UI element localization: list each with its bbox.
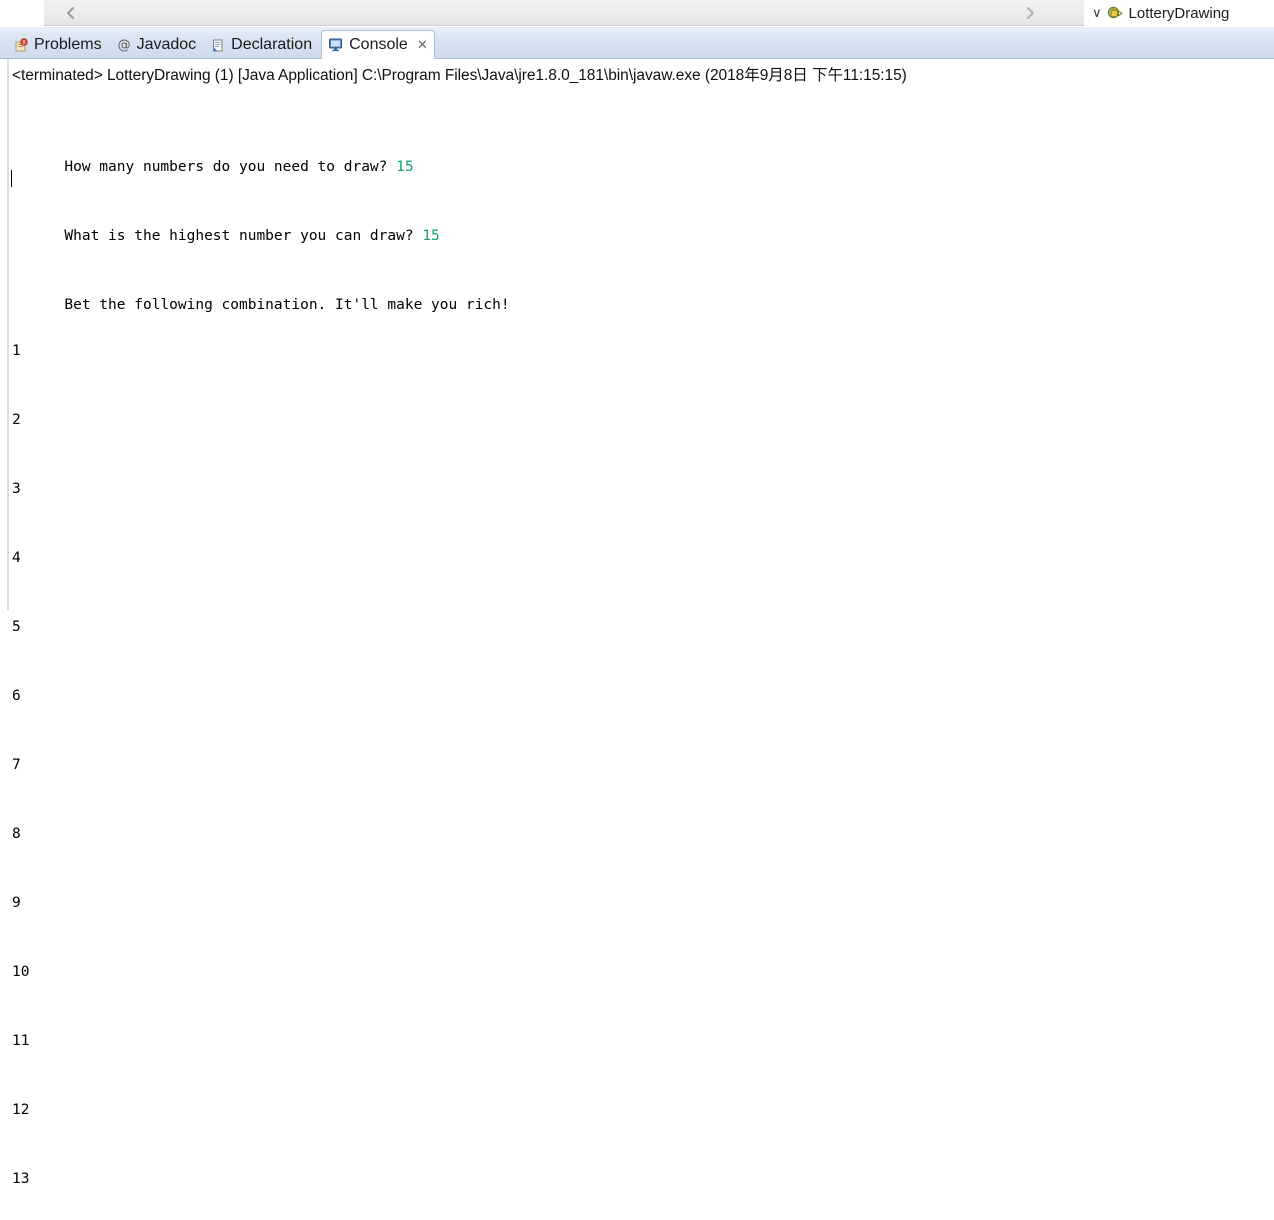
console-line: 12 [12, 1099, 510, 1122]
view-tab-bar: Problems @ Javadoc Declaration Console ✕ [0, 27, 1274, 80]
console-line: 13 [12, 1168, 510, 1191]
console-number: 4 [12, 550, 21, 566]
launch-configuration-name: LotteryDrawing [1128, 4, 1230, 22]
console-prompt-text: What is the highest number you can draw? [64, 228, 423, 244]
console-user-input: 15 [422, 228, 440, 244]
console-panel[interactable]: <terminated> LotteryDrawing (1) [Java Ap… [0, 59, 1274, 1187]
text-caret [11, 170, 12, 187]
console-process-header: <terminated> LotteryDrawing (1) [Java Ap… [12, 67, 907, 84]
chevron-right-icon[interactable] [1014, 0, 1046, 26]
console-line: 10 [12, 961, 510, 984]
console-output: How many numbers do you need to draw? 15… [12, 87, 510, 1220]
console-number: 7 [12, 757, 21, 773]
console-left-rail [7, 59, 9, 610]
tab-label: Javadoc [136, 36, 197, 53]
console-line: How many numbers do you need to draw? 15 [12, 133, 510, 175]
console-number: 12 [12, 1102, 30, 1118]
console-line: 9 [12, 892, 510, 915]
console-prompt-text: How many numbers do you need to draw? [64, 159, 397, 175]
console-icon [328, 38, 344, 52]
console-number: 11 [12, 1033, 30, 1049]
declaration-icon [211, 38, 226, 53]
console-message-text: Bet the following combination. It'll mak… [64, 297, 510, 313]
console-line: 11 [12, 1030, 510, 1053]
console-line: 4 [12, 547, 510, 570]
console-number: 6 [12, 688, 21, 704]
debug-run-secure-icon [1107, 5, 1124, 22]
console-number: 3 [12, 481, 21, 497]
console-line: 7 [12, 754, 510, 777]
console-line: Bet the following combination. It'll mak… [12, 271, 509, 313]
chevron-down-icon[interactable]: ∨ [1092, 7, 1102, 20]
console-line: 5 [12, 616, 510, 639]
console-line: 3 [12, 478, 510, 501]
view-scroll-bar: ∨ LotteryDrawing [0, 0, 1274, 27]
tab-label: Declaration [231, 36, 313, 53]
console-line: 2 [12, 409, 510, 432]
console-number: 8 [12, 826, 21, 842]
tab-label: Console [349, 36, 408, 53]
problems-icon [14, 37, 29, 53]
launch-configuration-view[interactable]: ∨ LotteryDrawing [1084, 0, 1274, 27]
console-number: 5 [12, 619, 21, 635]
javadoc-at-icon: @ [117, 37, 131, 53]
console-user-input: 15 [396, 159, 414, 175]
console-line: What is the highest number you can draw?… [12, 202, 510, 244]
tab-label: Problems [34, 36, 102, 53]
console-number: 10 [12, 964, 30, 980]
topbar-left-pad [0, 0, 44, 27]
console-number: 2 [12, 412, 21, 428]
console-line: 6 [12, 685, 510, 708]
console-number: 9 [12, 895, 21, 911]
console-line: 8 [12, 823, 510, 846]
topbar-trough [44, 0, 1084, 26]
tab-list: Problems @ Javadoc Declaration Console ✕ [8, 27, 435, 60]
tab-javadoc[interactable]: @ Javadoc [111, 31, 206, 59]
chevron-left-icon[interactable] [54, 0, 86, 26]
tab-declaration[interactable]: Declaration [205, 31, 321, 59]
console-number: 1 [12, 343, 21, 359]
console-number: 13 [12, 1171, 30, 1187]
tab-console[interactable]: Console ✕ [321, 30, 435, 60]
console-line: 1 [12, 340, 510, 363]
tab-problems[interactable]: Problems [8, 31, 111, 59]
close-icon[interactable]: ✕ [417, 39, 428, 52]
